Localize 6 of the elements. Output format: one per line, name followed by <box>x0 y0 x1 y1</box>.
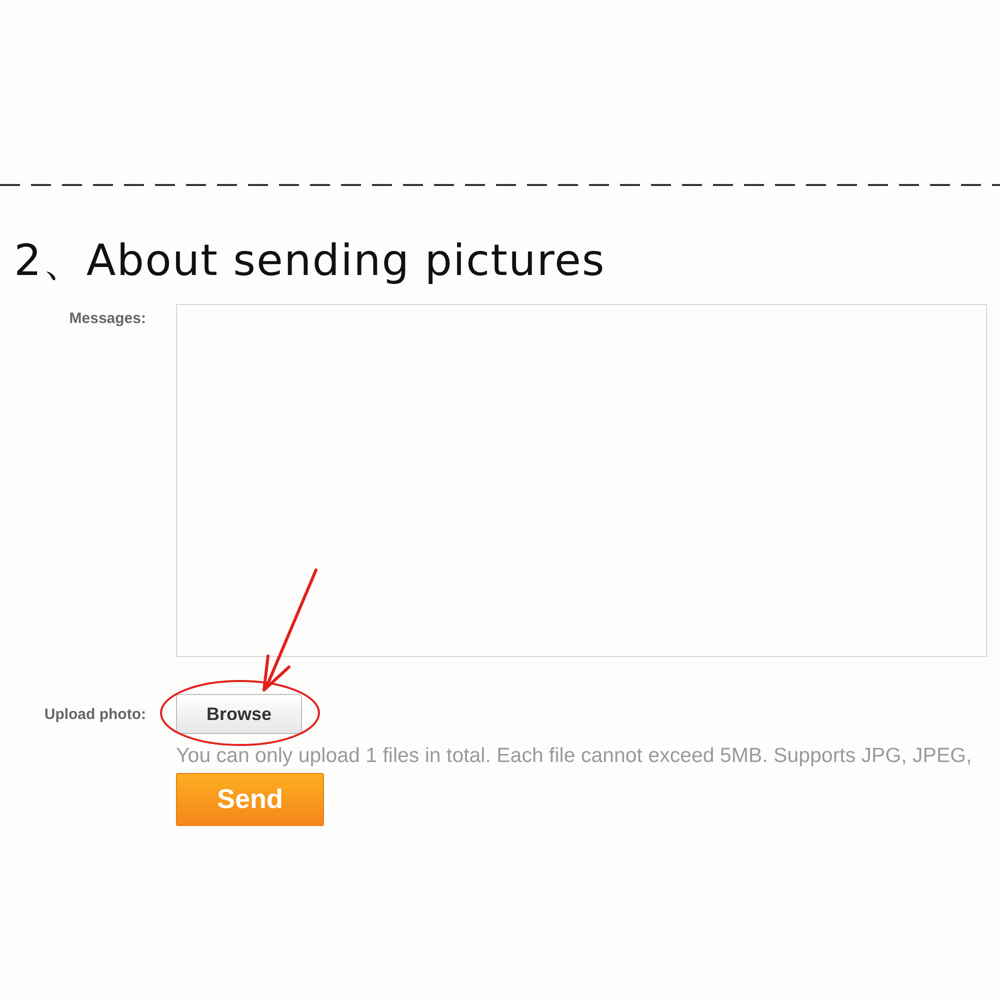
upload-photo-label: Upload photo: <box>43 706 146 722</box>
upload-hint: You can only upload 1 files in total. Each file cannot exceed 5MB. Supports JPG, JPEG, <box>176 745 972 767</box>
message-field[interactable] <box>176 304 987 657</box>
messages-label: Messages: <box>68 310 146 327</box>
section-heading: 2、About sending pictures <box>14 235 606 288</box>
browse-button[interactable]: Browse <box>176 694 302 734</box>
